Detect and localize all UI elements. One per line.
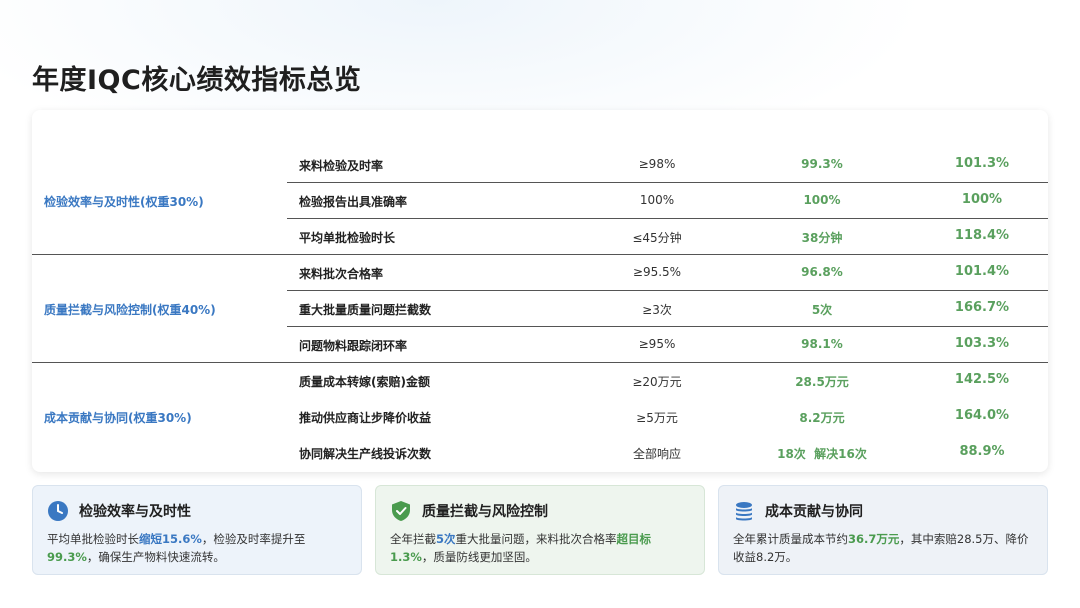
highlight-value: 缩短15.6% <box>139 532 202 546</box>
summary-card-cost: 成本贡献与协同 全年累计质量成本节约36.7万元，其中索赔28.5万、降价收益8… <box>718 485 1048 575</box>
kpi-actual: 100% <box>803 193 841 207</box>
summary-card-quality: 质量拦截与风险控制 全年拦截5次重大批量问题，来料批次合格率超目标1.3%，质量… <box>375 485 705 575</box>
kpi-actual: 98.1% <box>801 337 843 351</box>
highlight-value: 5次 <box>436 532 456 546</box>
kpi-name: 推动供应商让步降价收益 <box>299 411 432 425</box>
kpi-actual: 99.3% <box>801 157 843 171</box>
kpi-rate: 142.5% <box>954 372 1010 387</box>
group-label: 质量拦截与风险控制(权重40%) <box>44 303 216 317</box>
group-label: 检验效率与及时性(权重30%) <box>44 195 204 209</box>
kpi-actual: 5次 <box>811 303 833 317</box>
kpi-rate: 166.7% <box>954 300 1010 315</box>
row-divider <box>287 290 1048 291</box>
summary-text: 全年拦截5次重大批量问题，来料批次合格率超目标1.3%，质量防线更加坚固。 <box>390 532 652 564</box>
kpi-target: 全部响应 <box>632 447 681 461</box>
highlight-value: 99.3% <box>47 550 87 564</box>
kpi-actual: 28.5万元 <box>795 375 849 389</box>
row-divider <box>287 182 1048 183</box>
shield-check-icon <box>390 500 412 522</box>
kpi-name: 平均单批检验时长 <box>299 231 396 245</box>
kpi-rate: 103.3% <box>954 336 1010 351</box>
row-divider <box>287 326 1048 327</box>
kpi-group-efficiency: 检验效率与及时性(权重30%) 来料检验及时率 ≥98% 99.3% 101.3… <box>32 110 1048 254</box>
highlight-value: 36.7万元 <box>848 532 900 546</box>
kpi-rate: 101.3% <box>954 156 1010 171</box>
summary-text: 平均单批检验时长缩短15.6%，检验及时率提升至99.3%，确保生产物料快速流转… <box>47 532 306 564</box>
summary-card-efficiency: 检验效率与及时性 平均单批检验时长缩短15.6%，检验及时率提升至99.3%，确… <box>32 485 362 575</box>
page-title: 年度IQC核心绩效指标总览 <box>32 65 362 96</box>
summary-title: 检验效率与及时性 <box>79 504 191 520</box>
kpi-name: 来料批次合格率 <box>299 267 384 281</box>
coins-icon <box>733 500 755 522</box>
kpi-name: 检验报告出具准确率 <box>299 195 408 209</box>
kpi-rate: 164.0% <box>954 408 1010 423</box>
kpi-name: 质量成本转嫁(索赔)金额 <box>299 375 430 389</box>
kpi-name: 问题物料跟踪闭环率 <box>299 339 408 353</box>
kpi-rate: 88.9% <box>959 444 1005 459</box>
kpi-group-cost: 成本贡献与协同(权重30%) 质量成本转嫁(索赔)金额 ≥20万元 28.5万元… <box>32 362 1048 472</box>
kpi-actual: 18次 解决16次 <box>777 447 867 461</box>
kpi-name: 来料检验及时率 <box>299 159 384 173</box>
kpi-actual: 38分钟 <box>801 231 843 245</box>
kpi-target: ≥98% <box>638 157 676 171</box>
kpi-target: ≥20万元 <box>632 375 682 389</box>
kpi-name: 重大批量质量问题拦截数 <box>299 303 432 317</box>
kpi-target: ≥95.5% <box>632 265 682 279</box>
kpi-target: ≥3次 <box>642 303 672 317</box>
summary-title: 质量拦截与风险控制 <box>422 504 548 520</box>
kpi-table: 检验效率与及时性(权重30%) 来料检验及时率 ≥98% 99.3% 101.3… <box>32 110 1048 472</box>
kpi-rate: 100% <box>961 192 1003 207</box>
group-label: 成本贡献与协同(权重30%) <box>44 411 192 425</box>
row-divider <box>287 218 1048 219</box>
kpi-target: ≥95% <box>638 337 676 351</box>
kpi-name: 协同解决生产线投诉次数 <box>299 447 432 461</box>
kpi-group-quality: 质量拦截与风险控制(权重40%) 来料批次合格率 ≥95.5% 96.8% 10… <box>32 254 1048 362</box>
kpi-rate: 101.4% <box>954 264 1010 279</box>
kpi-actual: 96.8% <box>801 265 843 279</box>
kpi-actual: 8.2万元 <box>799 411 845 425</box>
kpi-rate: 118.4% <box>954 228 1010 243</box>
summary-title: 成本贡献与协同 <box>765 504 863 520</box>
kpi-target: ≤45分钟 <box>632 231 682 245</box>
clock-icon <box>47 500 69 522</box>
kpi-target: ≥5万元 <box>636 411 678 425</box>
kpi-target: 100% <box>639 193 675 207</box>
summary-text: 全年累计质量成本节约36.7万元，其中索赔28.5万、降价收益8.2万。 <box>733 532 1029 564</box>
